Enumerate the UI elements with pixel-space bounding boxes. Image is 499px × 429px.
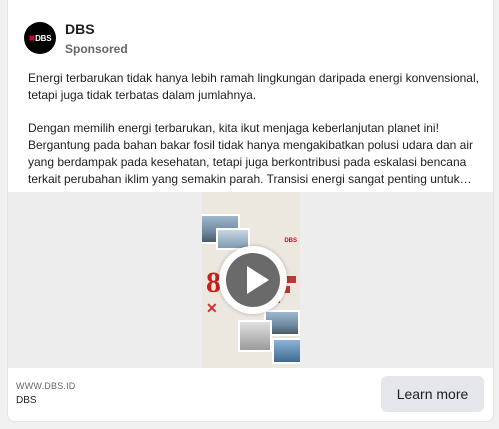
poster-x-mark: ✕ xyxy=(206,300,218,316)
page-name-link[interactable]: DBS xyxy=(65,20,128,38)
post-paragraph-2: Dengan memilih energi terbarukan, kita i… xyxy=(28,121,473,186)
sponsored-label[interactable]: Sponsored xyxy=(65,41,128,57)
poster-photo xyxy=(238,320,272,352)
post-paragraph-1: Energi terbarukan tidak hanya lebih rama… xyxy=(28,71,479,102)
page-avatar[interactable]: ✖DBS xyxy=(24,22,56,54)
post-footer: WWW.DBS.ID DBS Learn more xyxy=(8,368,493,421)
link-domain[interactable]: WWW.DBS.ID xyxy=(16,381,76,391)
post-header: ✖DBS DBS Sponsored xyxy=(24,20,128,57)
dbs-logo-icon: ✖DBS xyxy=(28,33,52,43)
header-text: DBS Sponsored xyxy=(65,20,128,57)
video-media[interactable]: DBS 8 ✕ xyxy=(8,192,493,368)
learn-more-button[interactable]: Learn more xyxy=(381,376,484,412)
sponsored-post-card: ✖DBS DBS Sponsored Energi terbarukan tid… xyxy=(7,0,494,422)
poster-photo xyxy=(272,338,300,364)
link-title[interactable]: DBS xyxy=(16,395,37,406)
play-icon[interactable] xyxy=(219,246,287,314)
poster-dbs-logo: DBS xyxy=(284,238,297,244)
post-body: Energi terbarukan tidak hanya lebih rama… xyxy=(28,70,480,188)
